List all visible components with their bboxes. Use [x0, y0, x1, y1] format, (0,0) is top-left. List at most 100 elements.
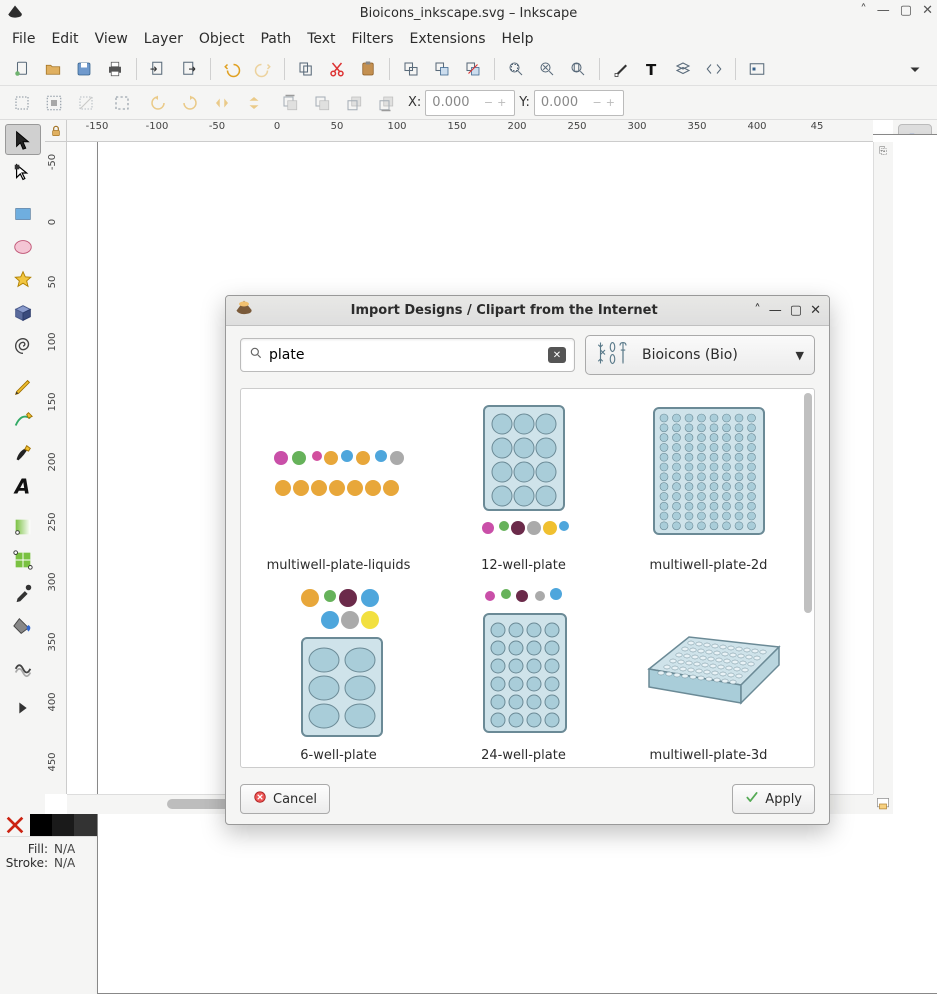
dropper-tool[interactable]	[5, 577, 41, 608]
menu-object[interactable]: Object	[199, 31, 245, 47]
dialog-titlebar[interactable]: Import Designs / Clipart from the Intern…	[226, 296, 829, 326]
x-increment[interactable]: +	[495, 96, 508, 109]
clone-button[interactable]	[428, 55, 456, 83]
search-input[interactable]	[269, 347, 548, 363]
cut-button[interactable]	[323, 55, 351, 83]
result-multiwell-plate-2d[interactable]: multiwell-plate-2d	[621, 393, 796, 573]
3dbox-tool[interactable]	[5, 297, 41, 328]
selector-tool[interactable]	[5, 124, 41, 155]
more-tools-button[interactable]	[5, 692, 41, 723]
menu-file[interactable]: File	[12, 31, 35, 47]
menu-help[interactable]: Help	[502, 31, 534, 47]
copy-button[interactable]	[292, 55, 320, 83]
clear-search-button[interactable]: ✕	[548, 347, 566, 363]
menu-extensions[interactable]: Extensions	[410, 31, 486, 47]
mesh-tool[interactable]	[5, 544, 41, 575]
raise-button[interactable]	[308, 89, 336, 117]
rectangle-tool[interactable]	[5, 198, 41, 229]
flip-horizontal-button[interactable]	[208, 89, 236, 117]
menu-view[interactable]: View	[95, 31, 128, 47]
rollup-button[interactable]: ˄	[860, 3, 867, 18]
menu-layer[interactable]: Layer	[144, 31, 183, 47]
spiral-tool[interactable]	[5, 330, 41, 361]
select-all-layers-button[interactable]	[8, 89, 36, 117]
lower-button[interactable]	[340, 89, 368, 117]
text-tool[interactable]: A	[5, 470, 41, 501]
new-document-button[interactable]	[8, 55, 36, 83]
no-color-swatch[interactable]	[0, 814, 30, 836]
vertical-scrollbar[interactable]: ⎘	[873, 142, 893, 794]
y-increment[interactable]: +	[604, 96, 617, 109]
redo-button[interactable]	[249, 55, 277, 83]
result-multiwell-plate-3d[interactable]: multiwell-plate-3d	[621, 583, 796, 763]
print-button[interactable]	[101, 55, 129, 83]
rotate-cw-button[interactable]	[176, 89, 204, 117]
color-swatch[interactable]	[30, 814, 52, 836]
vertical-ruler[interactable]: -50050100150200250300350400450500550	[45, 142, 67, 794]
dialog-maximize-button[interactable]: ▢	[790, 303, 802, 318]
layers-dialog-button[interactable]	[669, 55, 697, 83]
duplicate-button[interactable]	[397, 55, 425, 83]
search-field[interactable]: ✕	[240, 338, 575, 372]
gradient-tool[interactable]	[5, 511, 41, 542]
node-tool[interactable]	[5, 157, 41, 188]
ellipse-tool[interactable]	[5, 231, 41, 262]
toggle-selection-box-button[interactable]	[108, 89, 136, 117]
zoom-page-button[interactable]	[564, 55, 592, 83]
x-decrement[interactable]: −	[482, 96, 495, 109]
result-multiwell-plate-liquids[interactable]: multiwell-plate-liquids	[251, 393, 426, 573]
undo-button[interactable]	[218, 55, 246, 83]
select-all-button[interactable]	[40, 89, 68, 117]
ruler-corner-lock[interactable]	[45, 120, 67, 142]
star-tool[interactable]	[5, 264, 41, 295]
menu-filters[interactable]: Filters	[352, 31, 394, 47]
tweak-tool[interactable]	[5, 651, 41, 682]
maximize-button[interactable]: ▢	[900, 3, 912, 18]
pencil-tool[interactable]	[5, 371, 41, 402]
calligraphy-tool[interactable]	[5, 437, 41, 468]
menu-text[interactable]: Text	[307, 31, 335, 47]
stroke-value[interactable]: N/A	[54, 856, 75, 870]
result-24-well-plate[interactable]: 24-well-plate	[436, 583, 611, 763]
x-coordinate-input[interactable]: 0.000 −+	[425, 90, 515, 116]
text-dialog-button[interactable]: T	[638, 55, 666, 83]
dialog-rollup-button[interactable]: ˄	[754, 303, 761, 318]
raise-top-button[interactable]	[276, 89, 304, 117]
apply-button[interactable]: Apply	[732, 784, 815, 814]
xml-dialog-button[interactable]	[700, 55, 728, 83]
save-button[interactable]	[70, 55, 98, 83]
paint-bucket-tool[interactable]	[5, 610, 41, 641]
fill-value[interactable]: N/A	[54, 842, 75, 856]
color-swatch[interactable]	[74, 814, 96, 836]
color-swatch[interactable]	[52, 814, 74, 836]
flip-vertical-button[interactable]	[240, 89, 268, 117]
result-12-well-plate[interactable]: 12-well-plate	[436, 393, 611, 573]
close-button[interactable]: ✕	[922, 3, 933, 18]
zoom-selection-button[interactable]	[502, 55, 530, 83]
deselect-button[interactable]	[72, 89, 100, 117]
bezier-tool[interactable]	[5, 404, 41, 435]
rotate-ccw-button[interactable]	[144, 89, 172, 117]
toolbar-overflow-button[interactable]	[901, 55, 929, 83]
lower-bottom-button[interactable]	[372, 89, 400, 117]
results-scrollbar[interactable]	[804, 393, 812, 613]
menu-path[interactable]: Path	[260, 31, 291, 47]
horizontal-ruler[interactable]: -150-100-5005010015020025030035040045	[67, 120, 873, 142]
unlink-clone-button[interactable]	[459, 55, 487, 83]
paste-button[interactable]	[354, 55, 382, 83]
dialog-close-button[interactable]: ✕	[810, 303, 821, 318]
export-button[interactable]	[175, 55, 203, 83]
result-6-well-plate[interactable]: 6-well-plate	[251, 583, 426, 763]
y-coordinate-input[interactable]: 0.000 −+	[534, 90, 624, 116]
source-dropdown[interactable]: Bioicons (Bio) ▼	[585, 335, 815, 375]
open-button[interactable]	[39, 55, 67, 83]
menu-edit[interactable]: Edit	[51, 31, 78, 47]
dialog-minimize-button[interactable]: —	[769, 303, 782, 318]
fill-stroke-dialog-button[interactable]	[607, 55, 635, 83]
y-decrement[interactable]: −	[590, 96, 603, 109]
zoom-drawing-button[interactable]	[533, 55, 561, 83]
import-button[interactable]	[144, 55, 172, 83]
minimize-button[interactable]: —	[877, 3, 890, 18]
preferences-button[interactable]	[743, 55, 771, 83]
cancel-button[interactable]: Cancel	[240, 784, 330, 814]
